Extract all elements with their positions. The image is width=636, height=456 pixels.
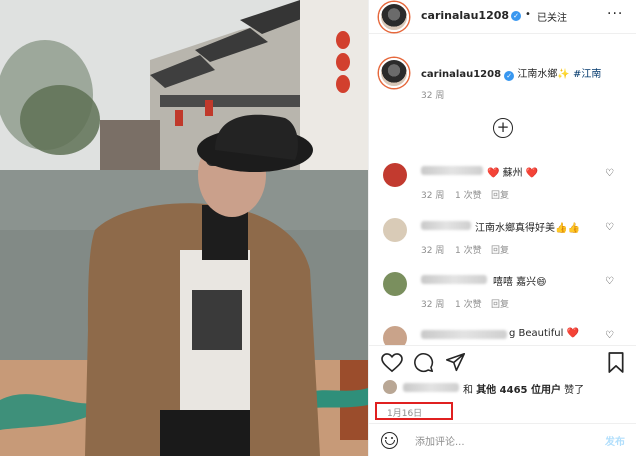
comment-likes[interactable]: 1 次赞	[455, 243, 482, 256]
like-heart-icon[interactable]	[381, 353, 403, 373]
post-actions-area: 和 其他 4465 位用户 赞了 1月16日 添加评论... 发布	[369, 345, 636, 455]
comment-like-heart-icon[interactable]: ♡	[605, 168, 614, 179]
blurred-username[interactable]	[421, 330, 507, 339]
post-photo[interactable]	[0, 0, 368, 456]
sparkle-emoji: ✨	[557, 69, 570, 80]
comment-text: ❤️ 蘇州 ❤️	[487, 168, 539, 179]
likes-summary: 和 其他 4465 位用户 赞了	[463, 381, 584, 396]
caption-time[interactable]: 32 周	[421, 88, 444, 101]
caption-text: 江南水鄉	[517, 69, 558, 80]
caption-username[interactable]: carinalau1208	[421, 69, 501, 80]
photo-illustration	[0, 0, 368, 456]
comment-reply-button[interactable]: 回复	[491, 243, 509, 256]
liker-avatar[interactable]	[383, 380, 397, 394]
comment-text: g Beautiful ❤️	[509, 328, 579, 339]
caption-line: carinalau1208 ✓ 江南水鄉✨ #江南	[421, 65, 601, 81]
post-header: carinalau1208 ✓ • 已关注 ···	[369, 0, 636, 34]
add-comment-input[interactable]: 添加评论...	[415, 433, 465, 448]
author-avatar[interactable]	[379, 2, 409, 32]
likes-and: 和	[463, 385, 473, 396]
comment-text: 江南水鄉真得好美👍👍	[475, 223, 580, 234]
caption-verified-badge-icon: ✓	[504, 71, 515, 81]
comment-time[interactable]: 32 周	[421, 297, 444, 310]
post-comment-button[interactable]: 发布	[605, 433, 625, 448]
comment-likes[interactable]: 1 次赞	[455, 188, 482, 201]
comment-like-heart-icon[interactable]: ♡	[605, 222, 614, 233]
more-options-icon[interactable]: ···	[607, 6, 623, 22]
comment-reply-button[interactable]: 回复	[491, 297, 509, 310]
comment-avatar[interactable]	[383, 272, 407, 296]
load-more-comments-icon[interactable]: +	[493, 118, 513, 138]
comment-avatar[interactable]	[383, 163, 407, 187]
verified-badge-icon: ✓	[511, 11, 521, 21]
post-date[interactable]: 1月16日	[387, 406, 422, 419]
post-side-panel: carinalau1208 ✓ • 已关注 ··· carinalau1208 …	[368, 0, 636, 456]
comment-reply-button[interactable]: 回复	[491, 188, 509, 201]
blurred-liker-username[interactable]	[403, 383, 459, 392]
comment-text: 嘻嘻 嘉兴😄	[493, 277, 547, 288]
comment-avatar[interactable]	[383, 218, 407, 242]
author-username[interactable]: carinalau1208	[421, 9, 509, 22]
following-button[interactable]: 已关注	[537, 9, 567, 24]
comment-likes[interactable]: 1 次赞	[455, 297, 482, 310]
caption-hashtag[interactable]: #江南	[573, 69, 601, 80]
separator-dot: •	[525, 9, 531, 20]
comment-bubble-icon[interactable]	[413, 352, 434, 373]
likes-others-link[interactable]: 其他 4465 位用户	[476, 385, 561, 396]
blurred-username[interactable]	[421, 275, 487, 284]
likes-liked: 赞了	[564, 385, 585, 396]
comment-like-heart-icon[interactable]: ♡	[605, 276, 614, 287]
instagram-post-view: carinalau1208 ✓ • 已关注 ··· carinalau1208 …	[0, 0, 636, 456]
emoji-picker-icon[interactable]	[381, 432, 398, 449]
date-highlight-box: 1月16日	[375, 402, 453, 420]
add-comment-bar: 添加评论... 发布	[369, 423, 636, 456]
caption-author-avatar[interactable]	[379, 58, 409, 88]
share-paper-plane-icon[interactable]	[445, 352, 466, 373]
save-bookmark-icon[interactable]	[607, 352, 625, 373]
blurred-username[interactable]	[421, 166, 483, 175]
comment-like-heart-icon[interactable]: ♡	[605, 330, 614, 341]
comment-time[interactable]: 32 周	[421, 188, 444, 201]
blurred-username[interactable]	[421, 221, 471, 230]
comment-time[interactable]: 32 周	[421, 243, 444, 256]
